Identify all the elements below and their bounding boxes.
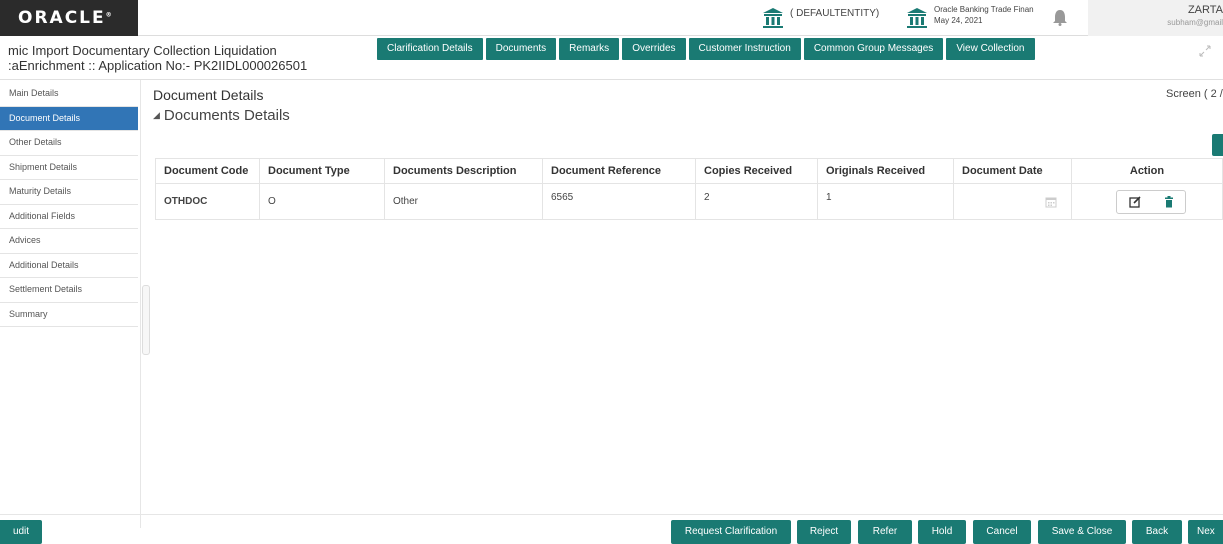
calendar-icon[interactable] xyxy=(1045,196,1057,208)
refer-button[interactable]: Refer xyxy=(858,520,912,544)
sidebar-item-advices[interactable]: Advices xyxy=(0,229,138,254)
copies-received-cell: 2 xyxy=(695,183,818,220)
sidebar-item-additional-fields[interactable]: Additional Fields xyxy=(0,205,138,229)
tab-documents[interactable]: Documents xyxy=(485,38,557,60)
sidebar-item-summary[interactable]: Summary xyxy=(0,303,138,327)
table-row: OTHDOC O Other 6565 2 1 xyxy=(155,183,1223,220)
application-number: :aEnrichment :: Application No:- PK2IIDL… xyxy=(8,58,308,73)
top-header: ORACLE® ( DEFAULTENTITY) Oracle Banking … xyxy=(0,0,1223,36)
branch-name: Oracle Banking Trade Finan xyxy=(934,5,1034,14)
sidebar-item-main-details[interactable]: Main Details xyxy=(0,82,138,107)
tab-common-group-messages[interactable]: Common Group Messages xyxy=(803,38,944,60)
table-header-row: Document Code Document Type Documents De… xyxy=(155,158,1223,184)
page-title: mic Import Documentary Collection Liquid… xyxy=(8,43,277,58)
entity-label: ( DEFAULTENTITY) xyxy=(790,8,880,19)
oracle-logo: ORACLE® xyxy=(0,0,138,36)
sidebar-nav: Main Details Document Details Other Deta… xyxy=(0,82,138,327)
section-title: Document Details xyxy=(153,87,264,103)
document-type-cell[interactable]: O xyxy=(259,183,385,220)
branch-date: May 24, 2021 xyxy=(934,16,983,25)
hold-button[interactable]: Hold xyxy=(918,520,966,544)
screen-indicator: Screen ( 2 / xyxy=(1166,88,1223,100)
user-name: ZARTA xyxy=(1187,4,1223,16)
tab-overrides[interactable]: Overrides xyxy=(622,38,686,60)
tab-view-collection[interactable]: View Collection xyxy=(946,38,1035,60)
documents-table: Document Code Document Type Documents De… xyxy=(155,158,1223,220)
bell-icon[interactable] xyxy=(1052,8,1068,26)
tab-customer-instruction[interactable]: Customer Instruction xyxy=(688,38,801,60)
column-header[interactable]: Copies Received xyxy=(695,158,818,184)
originals-received-cell: 1 xyxy=(817,183,954,220)
document-date-cell[interactable] xyxy=(953,183,1072,220)
column-header[interactable]: Document Reference xyxy=(542,158,696,184)
action-cell xyxy=(1071,183,1223,220)
sidebar-item-document-details[interactable]: Document Details xyxy=(0,106,138,131)
user-email: subham@gmail xyxy=(1167,18,1223,27)
tab-remarks[interactable]: Remarks xyxy=(559,38,620,60)
column-header[interactable]: Documents Description xyxy=(384,158,543,184)
branch-selector[interactable]: Oracle Banking Trade Finan May 24, 2021 xyxy=(906,4,1038,29)
column-header[interactable]: Document Code xyxy=(155,158,260,184)
panel-divider xyxy=(140,80,141,528)
document-code-cell: OTHDOC xyxy=(155,183,260,220)
column-header: Action xyxy=(1071,158,1223,184)
document-reference-cell: 6565 xyxy=(542,183,696,220)
column-header[interactable]: Document Date xyxy=(953,158,1072,184)
sidebar-item-additional-details[interactable]: Additional Details xyxy=(0,254,138,278)
bank-icon xyxy=(907,8,927,28)
audit-button[interactable]: udit xyxy=(0,520,42,544)
next-button[interactable]: Nex xyxy=(1188,520,1223,544)
add-document-button[interactable] xyxy=(1212,134,1223,156)
user-menu[interactable]: ZARTA subham@gmail xyxy=(1088,0,1223,36)
action-tabs: Clarification Details Documents Remarks … xyxy=(377,38,1038,60)
expand-icon[interactable] xyxy=(1198,44,1212,58)
document-description-cell[interactable]: Other xyxy=(384,183,543,220)
sidebar-item-maturity-details[interactable]: Maturity Details xyxy=(0,180,138,205)
splitter-handle[interactable] xyxy=(142,285,150,355)
column-header[interactable]: Originals Received xyxy=(817,158,954,184)
cancel-button[interactable]: Cancel xyxy=(973,520,1031,544)
title-bar: mic Import Documentary Collection Liquid… xyxy=(0,36,1223,80)
collapse-triangle-icon[interactable]: ◢ xyxy=(153,110,160,120)
bank-icon xyxy=(763,8,783,28)
row-actions xyxy=(1116,189,1186,214)
subsection-header[interactable]: ◢ Documents Details xyxy=(153,107,290,124)
request-clarification-button[interactable]: Request Clarification xyxy=(671,520,791,544)
delete-icon[interactable] xyxy=(1164,195,1174,208)
column-header[interactable]: Document Type xyxy=(259,158,385,184)
tab-clarification-details[interactable]: Clarification Details xyxy=(377,38,483,60)
save-close-button[interactable]: Save & Close xyxy=(1038,520,1126,544)
back-button[interactable]: Back xyxy=(1132,520,1182,544)
subsection-title: Documents Details xyxy=(163,107,290,124)
sidebar-item-other-details[interactable]: Other Details xyxy=(0,131,138,156)
sidebar-item-settlement-details[interactable]: Settlement Details xyxy=(0,278,138,303)
sidebar-item-shipment-details[interactable]: Shipment Details xyxy=(0,156,138,180)
entity-selector[interactable]: ( DEFAULTENTITY) xyxy=(762,7,879,31)
reject-button[interactable]: Reject xyxy=(797,520,851,544)
edit-icon[interactable] xyxy=(1128,195,1141,208)
footer-bar: udit Request Clarification Reject Refer … xyxy=(0,514,1223,544)
